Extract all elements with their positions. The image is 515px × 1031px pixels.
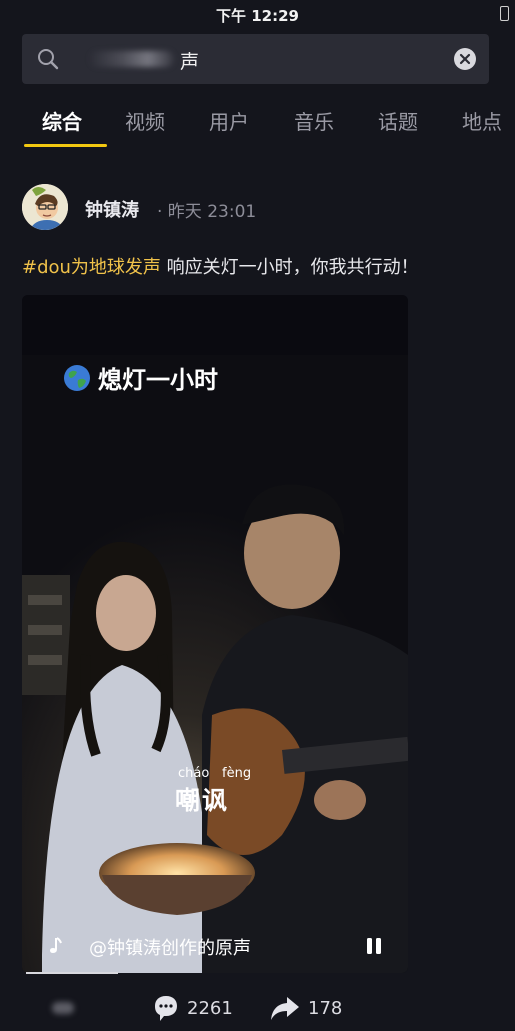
search-tabs: 综合 视频 用户 音乐 话题 地点 bbox=[0, 100, 515, 148]
hashtag-link[interactable]: #dou为地球发声 bbox=[22, 257, 161, 278]
subtitle-pinyin-1: cháo bbox=[178, 766, 210, 781]
clear-search-button[interactable] bbox=[454, 48, 476, 70]
avatar-illustration bbox=[22, 184, 68, 230]
video-subtitle: 嘲讽 bbox=[175, 786, 230, 815]
post-time: · 昨天 23:01 bbox=[157, 202, 257, 222]
search-query-text: 声 bbox=[180, 51, 200, 73]
search-icon bbox=[38, 49, 59, 70]
music-label[interactable]: @钟镇涛创作的原声 bbox=[89, 934, 251, 960]
caption-text: 响应关灯一小时，你我共行动！ bbox=[160, 257, 419, 278]
pause-icon[interactable] bbox=[364, 937, 384, 955]
video-title-text: 熄灯一小时 bbox=[98, 366, 218, 394]
author-name[interactable]: 钟镇涛 bbox=[85, 196, 139, 222]
tab-music[interactable]: 音乐 bbox=[294, 106, 334, 135]
clear-icon bbox=[459, 53, 471, 65]
comment-count: 2261 bbox=[187, 998, 233, 1019]
share-count: 178 bbox=[308, 998, 343, 1019]
search-input[interactable]: 声 bbox=[22, 34, 489, 84]
avatar[interactable] bbox=[22, 184, 68, 230]
post-caption: #dou为地球发声 响应关灯一小时，你我共行动！ bbox=[22, 253, 419, 279]
battery-icon bbox=[500, 6, 509, 21]
active-tab-indicator bbox=[24, 144, 107, 147]
video-player[interactable]: 熄灯一小时 cháo fèng 嘲讽 @钟镇涛创作的原声 bbox=[22, 295, 408, 973]
video-title: 熄灯一小时 bbox=[62, 360, 218, 395]
comment-icon[interactable] bbox=[153, 994, 179, 1022]
tab-comprehensive[interactable]: 综合 bbox=[42, 106, 82, 135]
like-count-blurred bbox=[52, 1002, 74, 1014]
post-actions: 2261 178 bbox=[0, 990, 515, 1031]
video-progress-bar[interactable] bbox=[26, 972, 118, 974]
tab-videos[interactable]: 视频 bbox=[125, 106, 165, 135]
tab-places[interactable]: 地点 bbox=[462, 106, 502, 135]
status-bar: 下午 12:29 bbox=[0, 0, 515, 30]
share-icon[interactable] bbox=[270, 995, 300, 1021]
video-frame bbox=[22, 295, 408, 973]
tab-users[interactable]: 用户 bbox=[209, 106, 249, 135]
status-time: 下午 12:29 bbox=[216, 7, 299, 25]
music-note-icon bbox=[50, 937, 62, 953]
subtitle-pinyin-2: fèng bbox=[222, 766, 252, 781]
search-query-blurred bbox=[88, 51, 174, 67]
globe-icon bbox=[64, 364, 90, 391]
tab-topics[interactable]: 话题 bbox=[378, 106, 418, 135]
